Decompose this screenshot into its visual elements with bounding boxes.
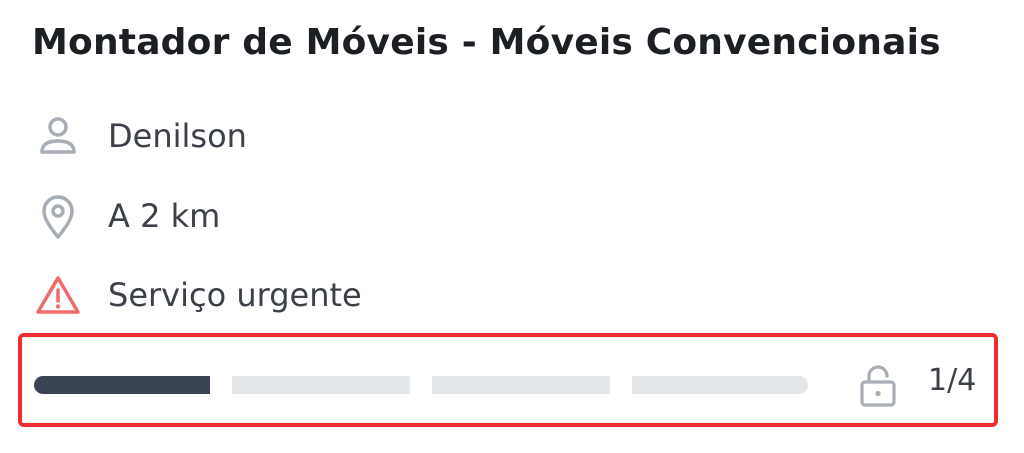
service-title: Montador de Móveis - Móveis Convencionai… <box>32 22 941 63</box>
urgency-text: Serviço urgente <box>108 276 362 314</box>
customer-row: Denilson <box>34 111 247 161</box>
user-icon <box>34 112 82 160</box>
progress-segment-4 <box>632 376 808 394</box>
step-counter: 1/4 <box>928 363 977 398</box>
location-pin-icon <box>34 192 82 240</box>
unlocked-padlock-icon <box>858 365 898 407</box>
progress-segment-1 <box>34 376 210 394</box>
progress-tracker: 1/4 <box>18 333 998 427</box>
service-card[interactable]: Montador de Móveis - Móveis Convencionai… <box>0 0 1024 453</box>
progress-segment-2 <box>232 376 410 394</box>
distance-text: A 2 km <box>108 197 221 235</box>
customer-name: Denilson <box>108 117 247 155</box>
warning-icon <box>34 271 82 319</box>
urgency-row: Serviço urgente <box>34 270 362 320</box>
progress-segment-3 <box>432 376 610 394</box>
progress-bar <box>34 376 808 394</box>
distance-row: A 2 km <box>34 191 220 241</box>
